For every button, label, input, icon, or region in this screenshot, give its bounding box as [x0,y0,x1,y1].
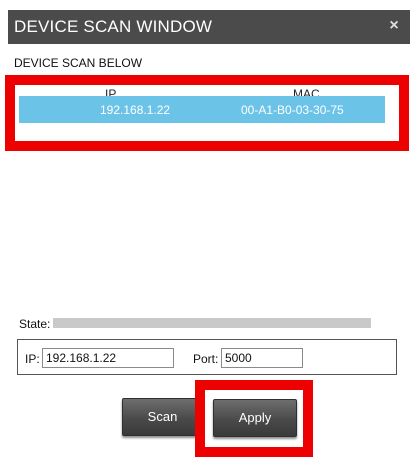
port-label: Port: [193,352,219,366]
state-progress-bar [53,318,371,328]
title-bar: DEVICE SCAN WINDOW × [8,10,410,44]
state-label: State: [19,317,51,331]
ip-input[interactable]: 192.168.1.22 [42,348,174,368]
apply-button-highlight [195,380,313,457]
window-title: DEVICE SCAN WINDOW [14,17,213,36]
ip-label: IP: [25,352,40,366]
scan-subtitle: DEVICE SCAN BELOW [14,56,143,70]
device-table-highlight [5,75,409,151]
port-input[interactable]: 5000 [221,348,303,368]
close-icon[interactable]: × [384,15,404,37]
scan-button[interactable]: Scan [122,398,203,436]
